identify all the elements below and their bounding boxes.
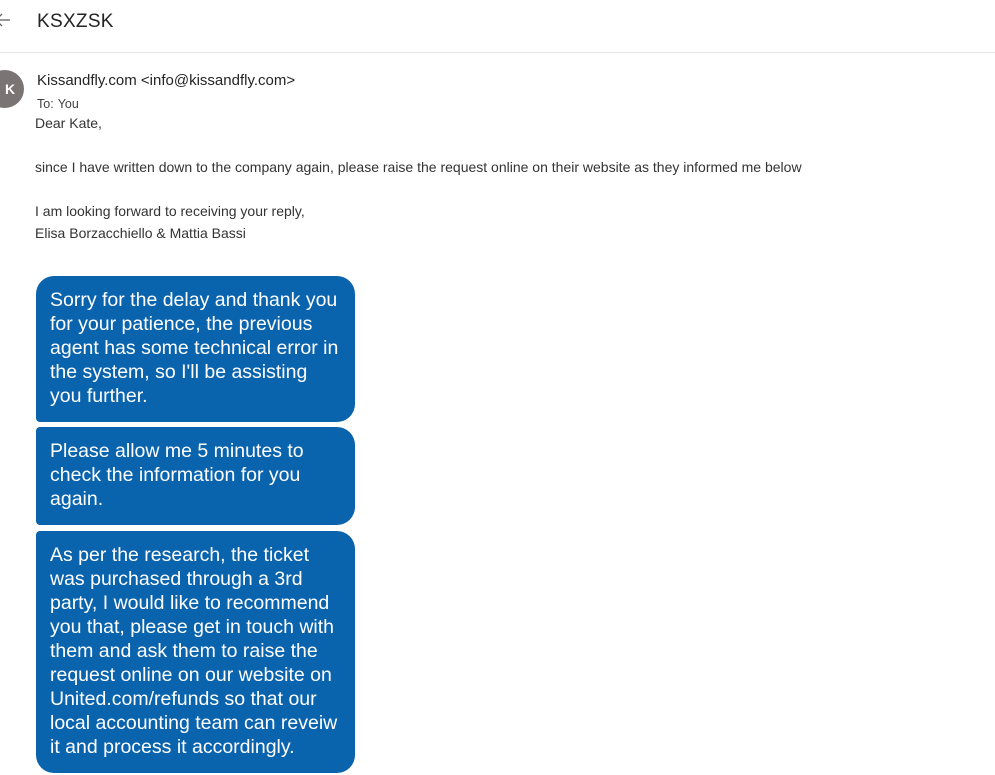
- email-subject: KSXZSK: [37, 11, 114, 32]
- to-label: To:: [37, 97, 54, 111]
- chat-bubble: As per the research, the ticket was purc…: [36, 531, 355, 773]
- chat-bubble: Please allow me 5 minutes to check the i…: [36, 427, 355, 525]
- sender-address[interactable]: Kissandfly.com <info@kissandfly.com>: [37, 72, 295, 89]
- body-paragraph: since I have written down to the company…: [35, 159, 802, 175]
- to-value[interactable]: You: [58, 97, 79, 111]
- email-body: Dear Kate, since I have written down to …: [35, 113, 975, 773]
- chat-bubble: Sorry for the delay and thank you for yo…: [36, 276, 355, 422]
- sender-avatar[interactable]: K: [0, 70, 24, 108]
- email-header: KSXZSK: [0, 0, 995, 53]
- greeting-text: Dear Kate,: [35, 115, 102, 131]
- signature: Elisa Borzacchiello & Mattia Bassi: [35, 225, 246, 241]
- recipient-line: To: You: [37, 97, 79, 111]
- back-arrow-icon[interactable]: [0, 10, 12, 30]
- closing-line: I am looking forward to receiving your r…: [35, 203, 305, 219]
